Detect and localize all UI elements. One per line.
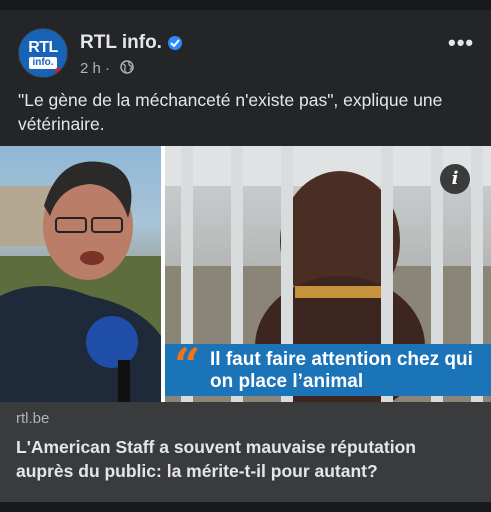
link-headline[interactable]: L'American Staff a souvent mauvaise répu… xyxy=(16,435,478,483)
link-domain: rtl.be xyxy=(16,410,50,427)
bottom-separator xyxy=(0,502,491,512)
quote-mark: “ xyxy=(174,338,201,392)
info-icon[interactable]: i xyxy=(440,164,470,194)
avatar-text-bottom: info. xyxy=(29,57,57,69)
top-separator xyxy=(0,0,491,10)
verified-badge-icon xyxy=(168,36,182,50)
avatar-red-dot xyxy=(55,68,61,74)
link-preview-details[interactable]: rtl.be L'American Staff a souvent mauvai… xyxy=(0,402,491,502)
avatar-text-top: RTL xyxy=(28,39,58,56)
page-avatar[interactable]: RTL info. xyxy=(18,28,68,78)
link-preview-image[interactable]: i “ Il faut faire attention chez qui on … xyxy=(0,146,491,402)
post-timestamp[interactable]: 2 h · xyxy=(80,60,110,77)
page-name-link[interactable]: RTL info. xyxy=(80,32,162,54)
facebook-post-card: RTL info. RTL info. 2 h · ••• "Le gène d… xyxy=(0,10,491,502)
man-photo xyxy=(0,146,161,402)
quote-text: Il faut faire attention chez qui on plac… xyxy=(210,349,473,392)
globe-icon xyxy=(120,60,134,74)
post-caption: "Le gène de la méchanceté n'existe pas",… xyxy=(18,90,443,134)
more-options-icon[interactable]: ••• xyxy=(448,30,474,56)
